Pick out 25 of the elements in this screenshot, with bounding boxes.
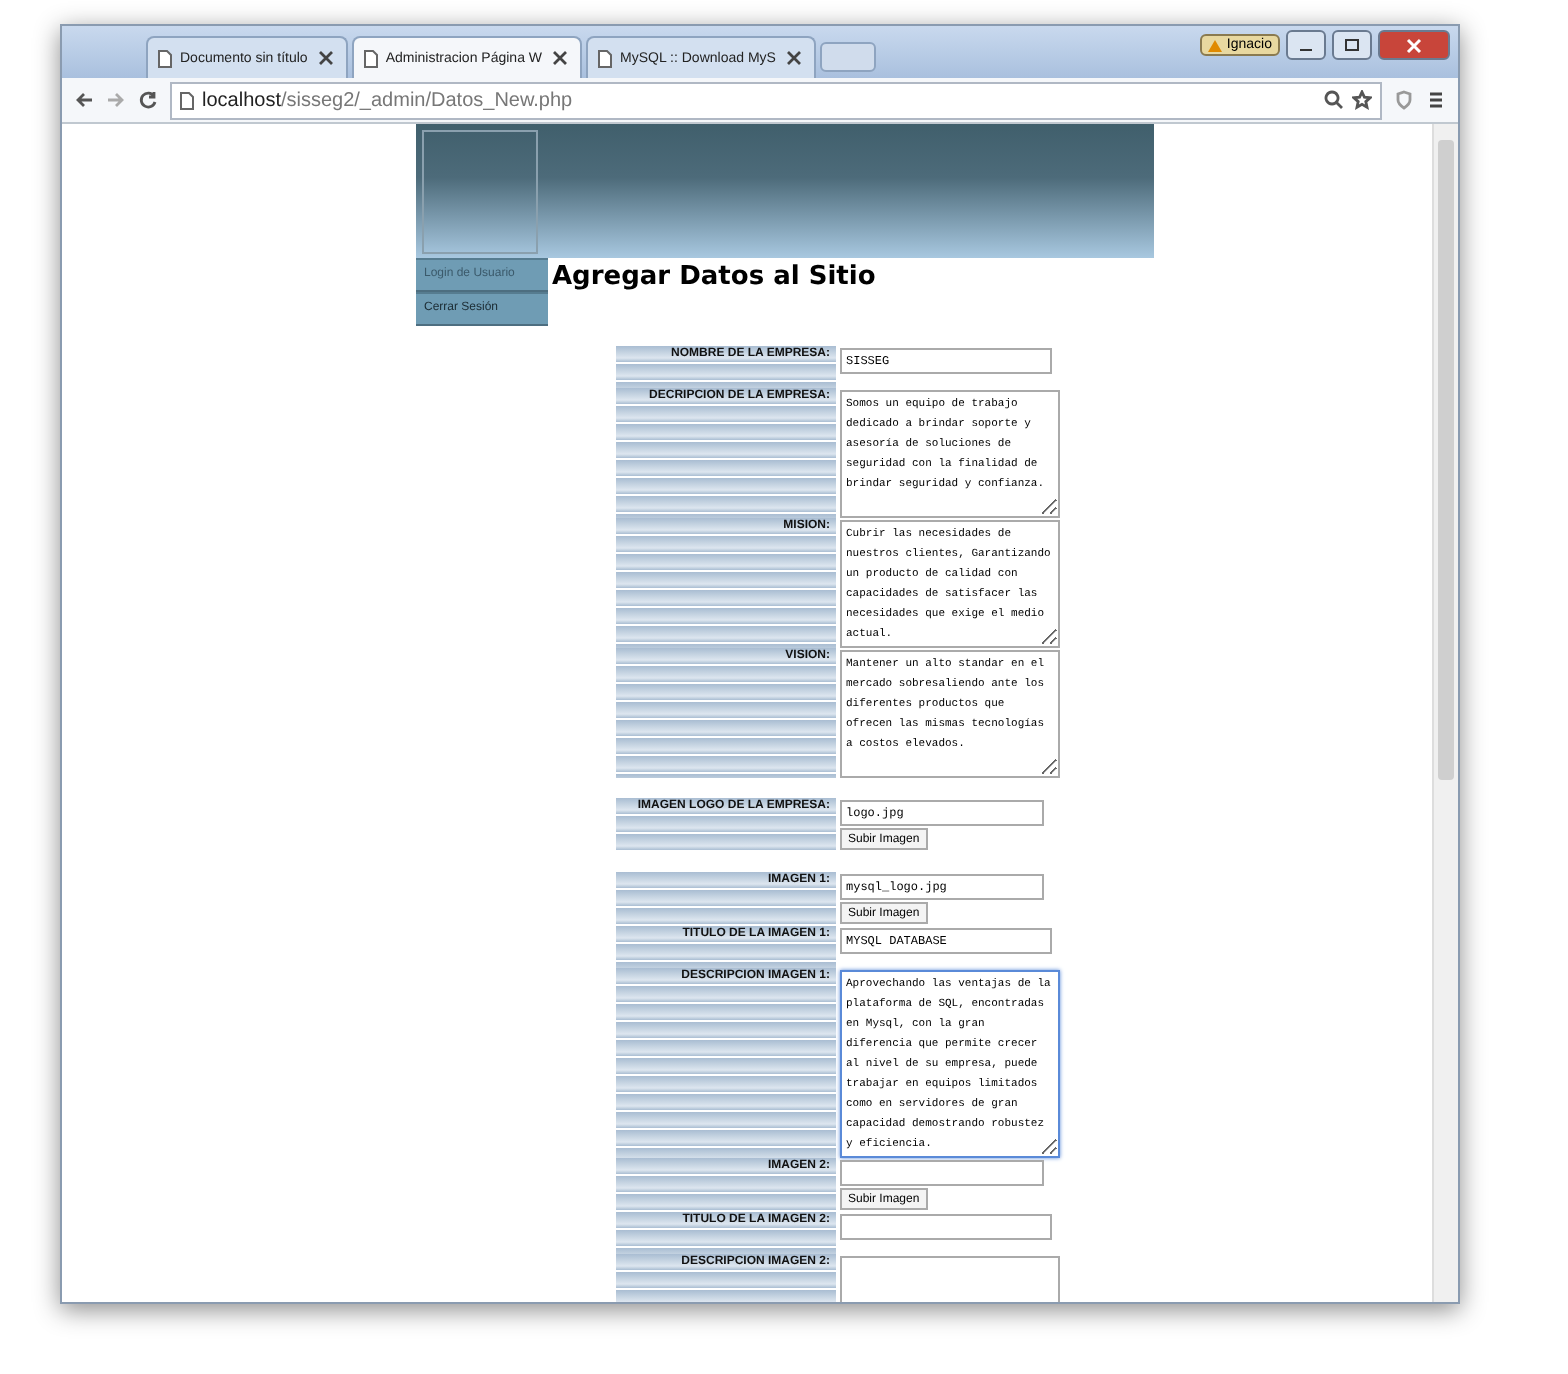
broken-image-icon (422, 130, 538, 254)
text-field[interactable] (840, 1214, 1052, 1240)
url-text: localhost/sisseg2/_admin/Datos_New.php (202, 89, 573, 111)
close-button[interactable] (1378, 30, 1450, 60)
page-heading: Agregar Datos al Sitio (552, 262, 876, 296)
page-icon (180, 91, 194, 109)
close-icon[interactable] (315, 48, 336, 68)
menu-icon[interactable] (1426, 90, 1446, 110)
close-icon (1406, 37, 1422, 53)
address-bar[interactable]: localhost/sisseg2/_admin/Datos_New.php (170, 81, 1382, 119)
maximize-icon (1344, 38, 1360, 52)
close-icon[interactable] (783, 48, 804, 68)
close-icon[interactable] (550, 48, 571, 68)
page-icon (363, 49, 378, 67)
maximize-button[interactable] (1332, 30, 1372, 60)
page-icon (598, 49, 613, 67)
page-icon (158, 49, 172, 67)
shield-icon[interactable] (1394, 90, 1414, 110)
file-field[interactable] (840, 1160, 1044, 1186)
back-icon[interactable] (74, 90, 94, 110)
zoom-icon[interactable] (1324, 90, 1344, 110)
reload-icon[interactable] (138, 90, 158, 110)
scrollbar[interactable] (1432, 124, 1458, 1302)
warning-icon (1208, 39, 1223, 51)
star-icon[interactable] (1352, 90, 1372, 110)
